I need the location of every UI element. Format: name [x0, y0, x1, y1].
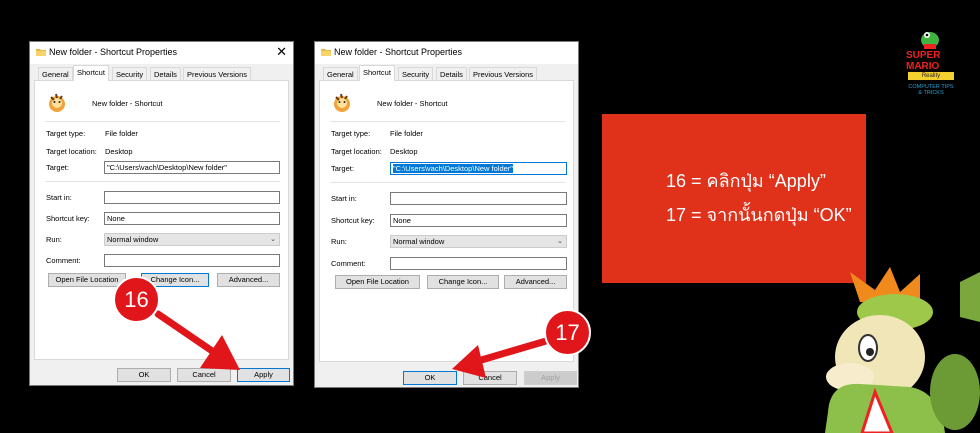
tab-shortcut[interactable]: Shortcut — [359, 65, 395, 81]
bowser-jr-mascot-image — [825, 267, 980, 433]
instruction-line-2: 17 = จากนั้นกดปุ่ม “OK” — [666, 205, 852, 225]
tab-shortcut[interactable]: Shortcut — [73, 65, 109, 81]
instruction-line-1: 16 = คลิกปุ่ม “Apply” — [666, 171, 826, 191]
logo-tagline: COMPUTER TIPS & TRICKS — [908, 84, 954, 96]
super-mario-reality-logo: SUPER MARIO Reality COMPUTER TIPS & TRIC… — [904, 26, 956, 104]
logo-title: SUPER MARIO — [906, 50, 941, 72]
step-16-marker: 16 — [113, 276, 160, 323]
arrow-to-apply — [154, 310, 240, 370]
arrow-to-ok — [452, 337, 550, 378]
logo-subtitle: Reality — [908, 72, 954, 80]
yoshi-mascot-icon — [921, 32, 939, 49]
instruction-box: 16 = คลิกปุ่ม “Apply” 17 = จากนั้นกดปุ่ม… — [602, 114, 866, 283]
step-17-marker: 17 — [544, 309, 591, 356]
